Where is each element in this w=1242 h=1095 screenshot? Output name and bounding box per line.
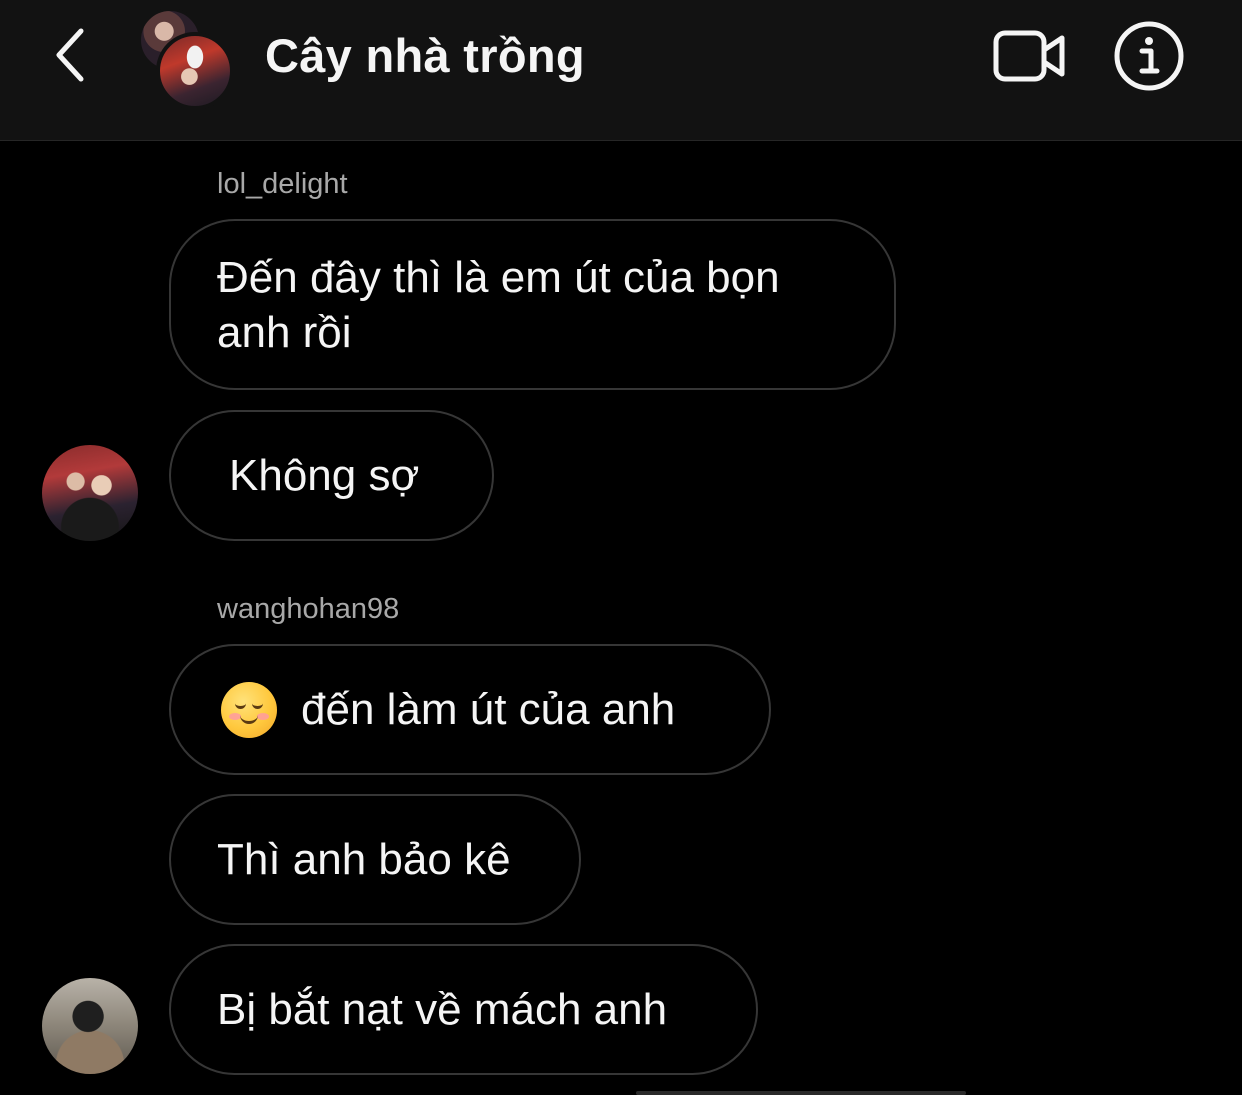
chat-screen: Cây nhà trồng lol_delight Đến đây thì là… [0,0,1242,1095]
scroll-indicator [636,1091,966,1095]
sender-name: lol_delight [217,168,348,200]
message-text: Đến đây thì là em út của bọn anh rồi [217,252,780,357]
message-text: Bị bắt nạt về mách anh [217,985,668,1034]
smiling-face-emoji-icon [221,681,277,738]
back-button[interactable] [40,24,100,86]
chat-title[interactable]: Cây nhà trồng [265,26,585,86]
sender-avatar[interactable] [42,978,138,1074]
message-bubble[interactable]: Thì anh bảo kê [169,794,581,925]
chevron-left-icon [56,28,84,82]
member-avatar-front [156,32,234,110]
info-button[interactable] [1112,20,1186,92]
message-text: Thì anh bảo kê [217,835,511,884]
group-avatar[interactable] [136,8,240,110]
message-text: đến làm út của anh [301,685,676,734]
message-bubble[interactable]: đến làm út của anh [169,644,771,775]
sender-avatar[interactable] [42,445,138,541]
message-bubble[interactable]: Bị bắt nạt về mách anh [169,944,758,1075]
video-camera-icon [993,30,1065,82]
message-text: Không sợ [229,451,420,500]
message-bubble[interactable]: Đến đây thì là em út của bọn anh rồi [169,219,896,390]
info-icon [1114,21,1184,91]
sender-name: wanghohan98 [217,593,400,625]
message-bubble[interactable]: Không sợ [169,410,494,541]
chat-header: Cây nhà trồng [0,0,1242,141]
video-call-button[interactable] [990,26,1070,86]
